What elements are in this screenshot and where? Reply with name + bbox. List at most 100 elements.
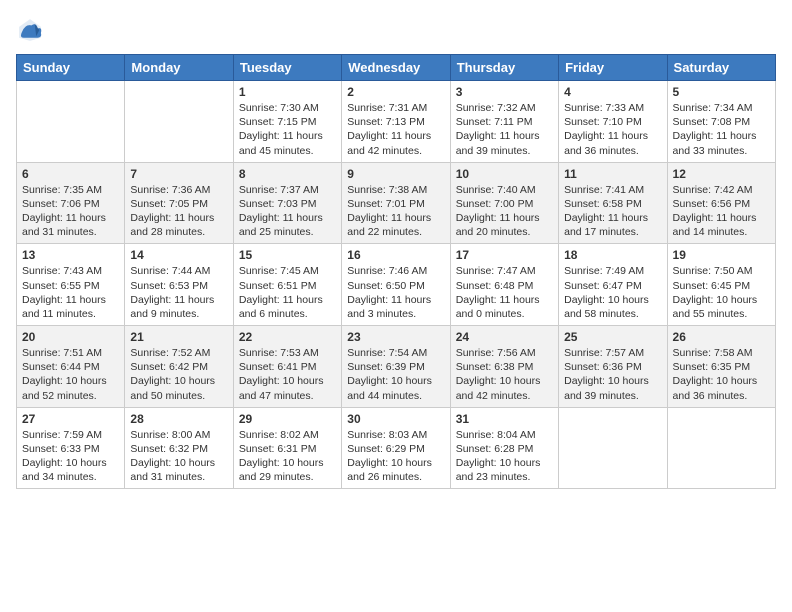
calendar-cell: 10 Sunrise: 7:40 AMSunset: 7:00 PMDayligh… [450, 162, 558, 244]
calendar-cell: 14 Sunrise: 7:44 AMSunset: 6:53 PMDayligh… [125, 244, 233, 326]
day-info: Sunrise: 8:04 AMSunset: 6:28 PMDaylight:… [456, 428, 553, 485]
calendar-week-row: 6Sunrise: 7:35 AMSunset: 7:06 PMDaylight… [17, 162, 776, 244]
calendar-cell: 24Sunrise: 7:56 AMSunset: 6:38 PMDayligh… [450, 326, 558, 408]
weekday-header: Thursday [450, 55, 558, 81]
calendar-cell: 19 Sunrise: 7:50 AMSunset: 6:45 PMDayligh… [667, 244, 775, 326]
day-number: 28 [130, 412, 227, 426]
day-info: Sunrise: 7:36 AMSunset: 7:05 PMDaylight:… [130, 183, 227, 240]
day-info: Sunrise: 7:59 AMSunset: 6:33 PMDaylight:… [22, 428, 119, 485]
day-number: 29 [239, 412, 336, 426]
day-number: 13 [22, 248, 119, 262]
calendar-cell: 27 Sunrise: 7:59 AMSunset: 6:33 PMDayligh… [17, 407, 125, 489]
calendar-cell: 29 Sunrise: 8:02 AMSunset: 6:31 PMDayligh… [233, 407, 341, 489]
weekday-row: SundayMondayTuesdayWednesdayThursdayFrid… [17, 55, 776, 81]
day-number: 20 [22, 330, 119, 344]
day-info: Sunrise: 7:37 AMSunset: 7:03 PMDaylight:… [239, 183, 336, 240]
day-number: 4 [564, 85, 661, 99]
calendar-cell [559, 407, 667, 489]
calendar-cell: 3Sunrise: 7:32 AMSunset: 7:11 PMDaylight… [450, 81, 558, 163]
calendar-cell: 1Sunrise: 7:30 AMSunset: 7:15 PMDaylight… [233, 81, 341, 163]
day-info: Sunrise: 7:33 AMSunset: 7:10 PMDaylight:… [564, 101, 661, 158]
calendar-cell: 22Sunrise: 7:53 AMSunset: 6:41 PMDayligh… [233, 326, 341, 408]
day-number: 10 [456, 167, 553, 181]
weekday-header: Sunday [17, 55, 125, 81]
weekday-header: Monday [125, 55, 233, 81]
day-number: 18 [564, 248, 661, 262]
day-info: Sunrise: 7:41 AMSunset: 6:58 PMDaylight:… [564, 183, 661, 240]
day-number: 17 [456, 248, 553, 262]
calendar-cell: 31 Sunrise: 8:04 AMSunset: 6:28 PMDayligh… [450, 407, 558, 489]
calendar-cell: 30 Sunrise: 8:03 AMSunset: 6:29 PMDayligh… [342, 407, 450, 489]
weekday-header: Friday [559, 55, 667, 81]
calendar-cell: 9 Sunrise: 7:38 AMSunset: 7:01 PMDaylight… [342, 162, 450, 244]
weekday-header: Tuesday [233, 55, 341, 81]
day-number: 12 [673, 167, 770, 181]
calendar-week-row: 1Sunrise: 7:30 AMSunset: 7:15 PMDaylight… [17, 81, 776, 163]
calendar-cell: 6Sunrise: 7:35 AMSunset: 7:06 PMDaylight… [17, 162, 125, 244]
day-number: 27 [22, 412, 119, 426]
day-number: 11 [564, 167, 661, 181]
day-number: 30 [347, 412, 444, 426]
day-number: 23 [347, 330, 444, 344]
calendar-cell: 21Sunrise: 7:52 AMSunset: 6:42 PMDayligh… [125, 326, 233, 408]
day-number: 15 [239, 248, 336, 262]
weekday-header: Wednesday [342, 55, 450, 81]
day-info: Sunrise: 7:35 AMSunset: 7:06 PMDaylight:… [22, 183, 119, 240]
calendar-cell: 8 Sunrise: 7:37 AMSunset: 7:03 PMDaylight… [233, 162, 341, 244]
day-info: Sunrise: 7:30 AMSunset: 7:15 PMDaylight:… [239, 101, 336, 158]
header [16, 16, 776, 44]
day-info: Sunrise: 7:45 AMSunset: 6:51 PMDaylight:… [239, 264, 336, 321]
day-number: 14 [130, 248, 227, 262]
day-info: Sunrise: 7:32 AMSunset: 7:11 PMDaylight:… [456, 101, 553, 158]
calendar-cell: 25 Sunrise: 7:57 AMSunset: 6:36 PMDayligh… [559, 326, 667, 408]
day-info: Sunrise: 8:02 AMSunset: 6:31 PMDaylight:… [239, 428, 336, 485]
day-info: Sunrise: 7:50 AMSunset: 6:45 PMDaylight:… [673, 264, 770, 321]
calendar-cell: 26 Sunrise: 7:58 AMSunset: 6:35 PMDayligh… [667, 326, 775, 408]
day-info: Sunrise: 7:31 AMSunset: 7:13 PMDaylight:… [347, 101, 444, 158]
calendar-cell: 28Sunrise: 8:00 AMSunset: 6:32 PMDayligh… [125, 407, 233, 489]
day-info: Sunrise: 7:43 AMSunset: 6:55 PMDaylight:… [22, 264, 119, 321]
day-info: Sunrise: 7:42 AMSunset: 6:56 PMDaylight:… [673, 183, 770, 240]
logo [16, 16, 48, 44]
calendar-cell: 18 Sunrise: 7:49 AMSunset: 6:47 PMDayligh… [559, 244, 667, 326]
calendar-cell: 16 Sunrise: 7:46 AMSunset: 6:50 PMDayligh… [342, 244, 450, 326]
calendar-header: SundayMondayTuesdayWednesdayThursdayFrid… [17, 55, 776, 81]
day-number: 8 [239, 167, 336, 181]
day-info: Sunrise: 7:38 AMSunset: 7:01 PMDaylight:… [347, 183, 444, 240]
calendar-week-row: 20 Sunrise: 7:51 AMSunset: 6:44 PMDayligh… [17, 326, 776, 408]
day-number: 5 [673, 85, 770, 99]
day-info: Sunrise: 7:46 AMSunset: 6:50 PMDaylight:… [347, 264, 444, 321]
calendar: SundayMondayTuesdayWednesdayThursdayFrid… [16, 54, 776, 489]
day-number: 26 [673, 330, 770, 344]
day-info: Sunrise: 8:03 AMSunset: 6:29 PMDaylight:… [347, 428, 444, 485]
calendar-cell: 4 Sunrise: 7:33 AMSunset: 7:10 PMDaylight… [559, 81, 667, 163]
calendar-cell: 2 Sunrise: 7:31 AMSunset: 7:13 PMDaylight… [342, 81, 450, 163]
calendar-cell: 17 Sunrise: 7:47 AMSunset: 6:48 PMDayligh… [450, 244, 558, 326]
day-info: Sunrise: 7:34 AMSunset: 7:08 PMDaylight:… [673, 101, 770, 158]
day-info: Sunrise: 7:40 AMSunset: 7:00 PMDaylight:… [456, 183, 553, 240]
calendar-cell: 5 Sunrise: 7:34 AMSunset: 7:08 PMDaylight… [667, 81, 775, 163]
day-number: 25 [564, 330, 661, 344]
calendar-cell: 7Sunrise: 7:36 AMSunset: 7:05 PMDaylight… [125, 162, 233, 244]
day-number: 9 [347, 167, 444, 181]
day-number: 21 [130, 330, 227, 344]
calendar-cell: 12 Sunrise: 7:42 AMSunset: 6:56 PMDayligh… [667, 162, 775, 244]
day-number: 19 [673, 248, 770, 262]
calendar-week-row: 27 Sunrise: 7:59 AMSunset: 6:33 PMDayligh… [17, 407, 776, 489]
day-info: Sunrise: 7:49 AMSunset: 6:47 PMDaylight:… [564, 264, 661, 321]
day-info: Sunrise: 7:57 AMSunset: 6:36 PMDaylight:… [564, 346, 661, 403]
day-number: 31 [456, 412, 553, 426]
calendar-cell: 15 Sunrise: 7:45 AMSunset: 6:51 PMDayligh… [233, 244, 341, 326]
day-info: Sunrise: 7:47 AMSunset: 6:48 PMDaylight:… [456, 264, 553, 321]
day-info: Sunrise: 7:58 AMSunset: 6:35 PMDaylight:… [673, 346, 770, 403]
calendar-cell: 20 Sunrise: 7:51 AMSunset: 6:44 PMDayligh… [17, 326, 125, 408]
day-info: Sunrise: 7:51 AMSunset: 6:44 PMDaylight:… [22, 346, 119, 403]
day-number: 2 [347, 85, 444, 99]
logo-icon [16, 16, 44, 44]
calendar-cell [17, 81, 125, 163]
calendar-cell [667, 407, 775, 489]
day-number: 24 [456, 330, 553, 344]
day-number: 16 [347, 248, 444, 262]
day-info: Sunrise: 7:44 AMSunset: 6:53 PMDaylight:… [130, 264, 227, 321]
calendar-cell: 23Sunrise: 7:54 AMSunset: 6:39 PMDayligh… [342, 326, 450, 408]
